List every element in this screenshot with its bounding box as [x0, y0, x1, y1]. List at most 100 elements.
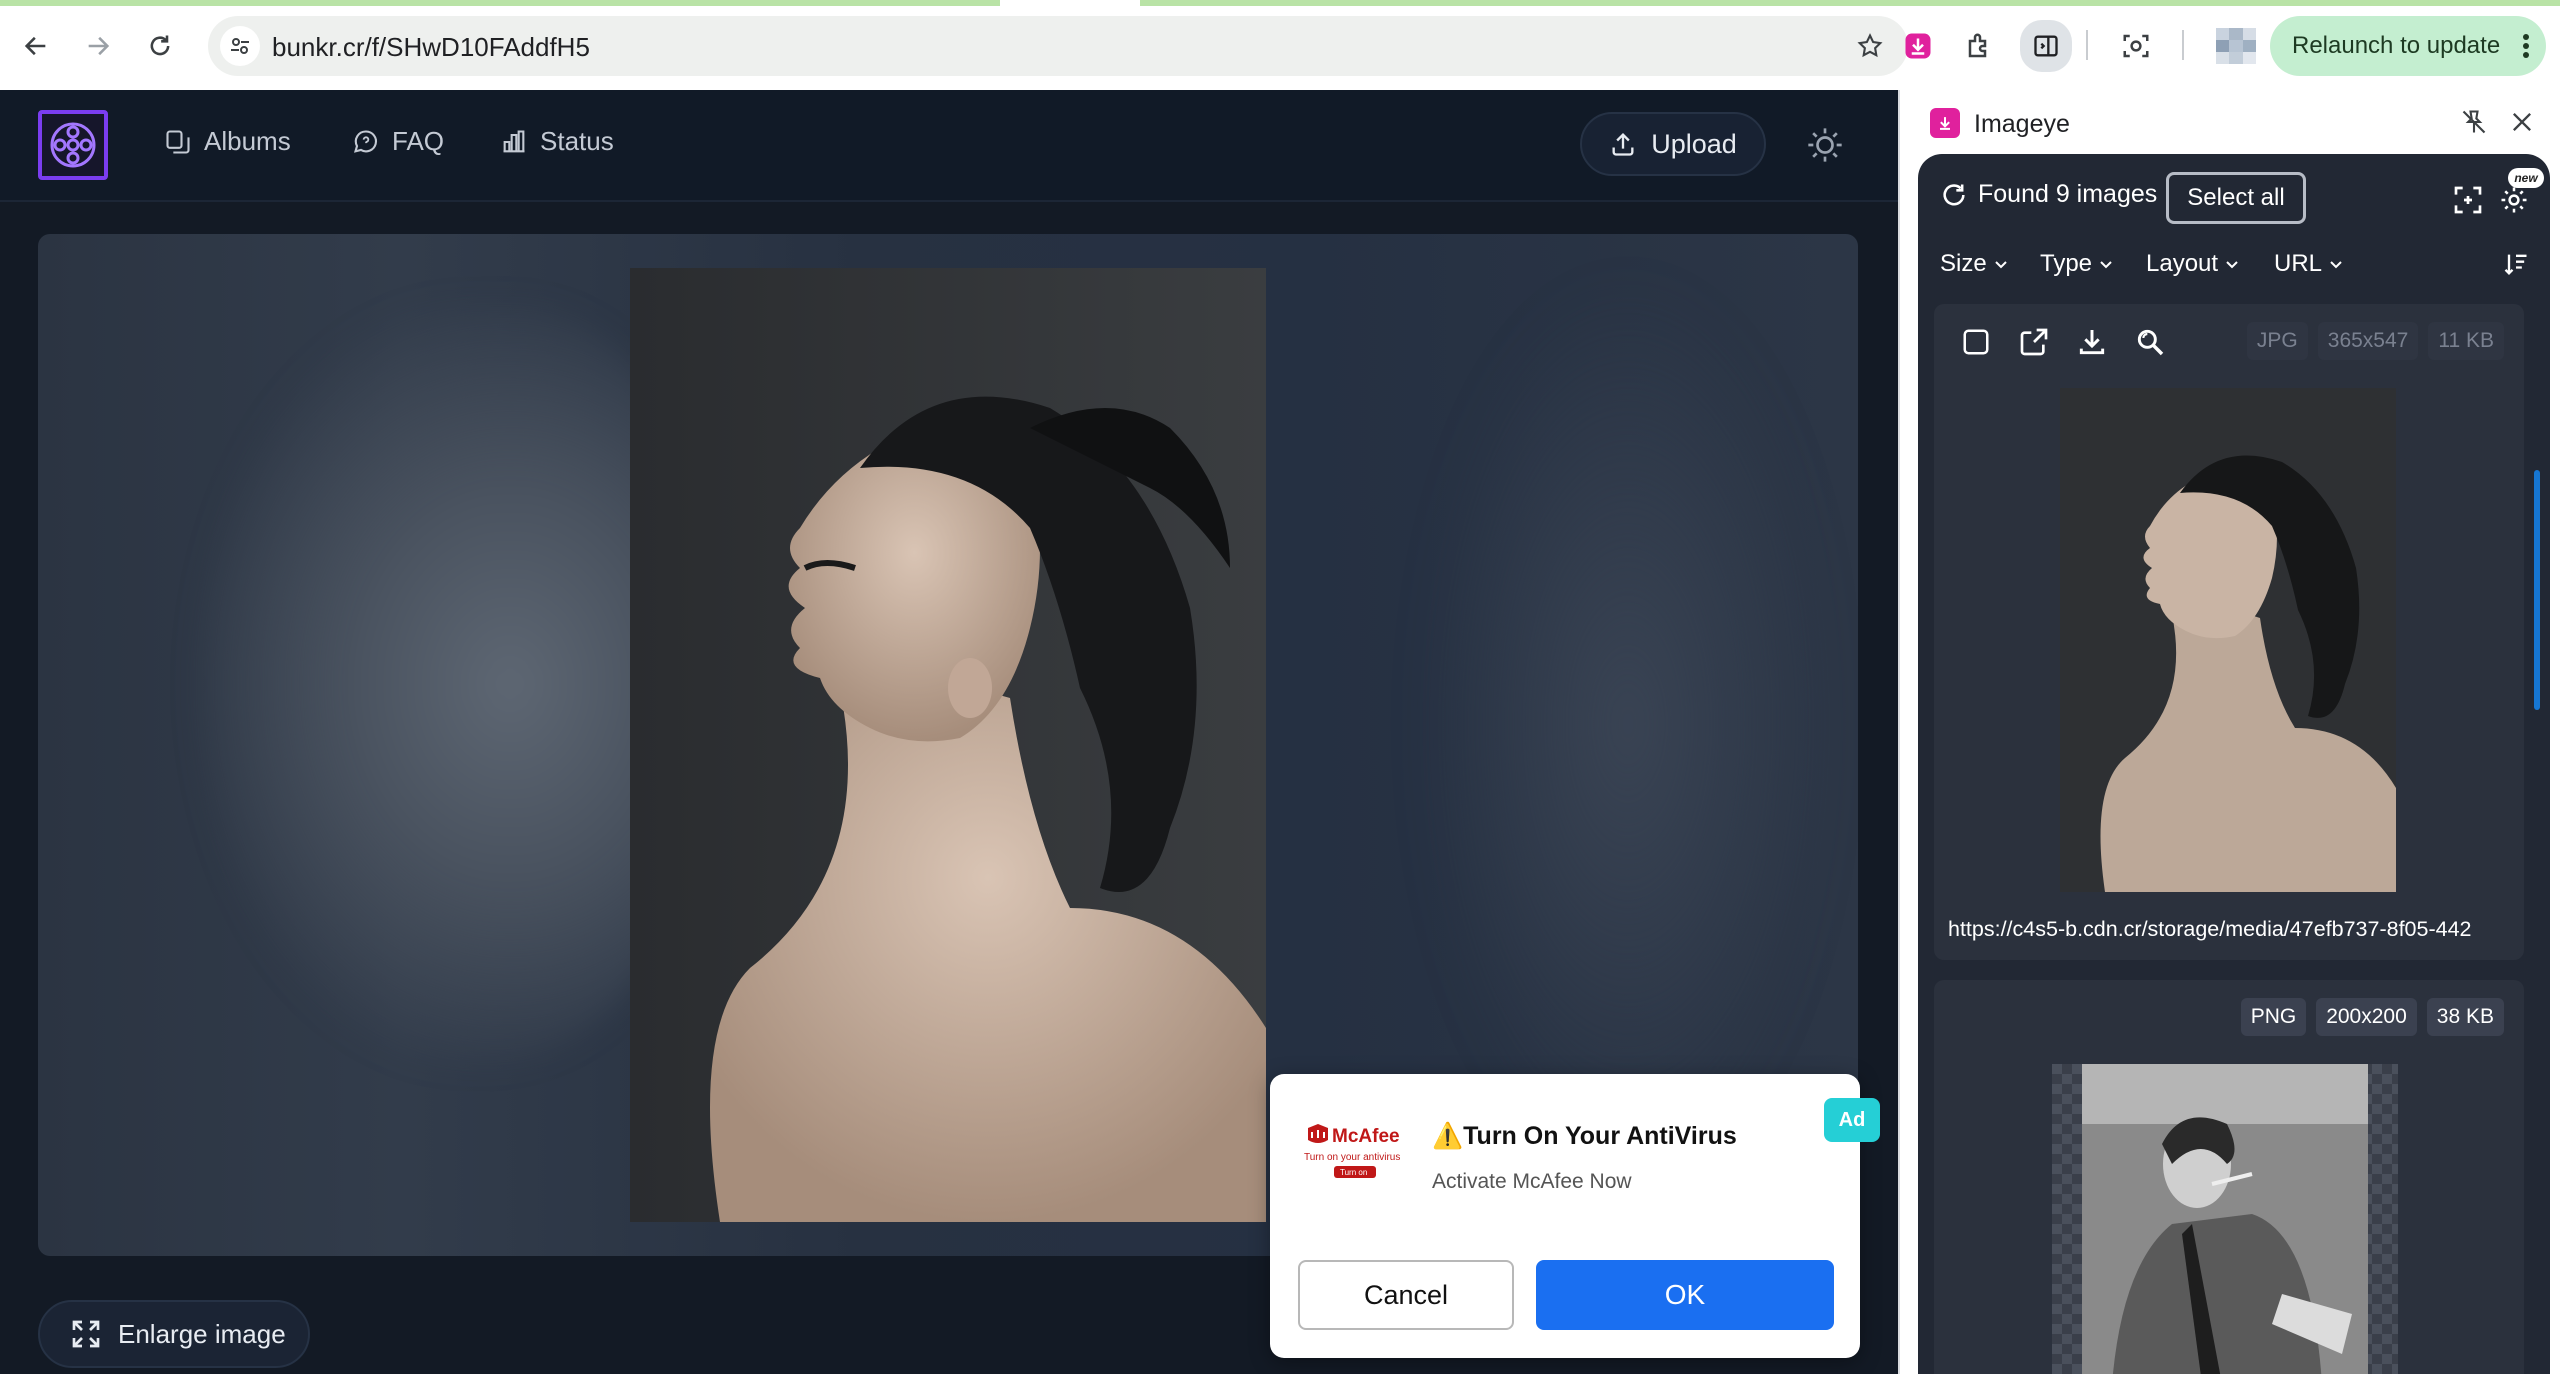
card-actions: [1956, 322, 2170, 362]
albums-icon: [166, 129, 190, 154]
upload-button[interactable]: Upload: [1580, 112, 1766, 176]
mcafee-logo: McAfee Turn on your antivirus Turn on: [1300, 1114, 1412, 1184]
relaunch-to-update-button[interactable]: Relaunch to update: [2270, 16, 2546, 76]
filter-size-dropdown[interactable]: Size: [1940, 250, 2009, 278]
back-arrow-icon: [24, 36, 46, 56]
filter-url-label: URL: [2274, 250, 2323, 277]
image-thumbnail[interactable]: [2052, 1064, 2398, 1374]
side-panel-toggle[interactable]: [2020, 20, 2072, 72]
screen-capture-icon[interactable]: [2114, 24, 2158, 68]
upload-icon: [1612, 133, 1634, 156]
close-panel-icon[interactable]: [2508, 108, 2536, 141]
filter-type-dropdown[interactable]: Type: [2040, 250, 2114, 278]
capture-region-icon[interactable]: [2448, 180, 2488, 220]
more-menu-icon[interactable]: [2522, 32, 2530, 67]
unpin-icon[interactable]: [2460, 108, 2488, 141]
ad-dialog: McAfee Turn on your antivirus Turn on ⚠️…: [1270, 1074, 1880, 1358]
format-tag: JPG: [2246, 322, 2308, 360]
filter-size-label: Size: [1940, 250, 1987, 277]
found-count-label: Found 9 images: [1978, 180, 2158, 208]
imageye-logo-icon: [1930, 108, 1960, 138]
imageye-app: Found 9 images Select all new Size Type …: [1918, 154, 2550, 1374]
site-settings-icon[interactable]: [220, 26, 260, 66]
filter-url-dropdown[interactable]: URL: [2274, 250, 2344, 278]
nav-status-label: Status: [540, 126, 614, 156]
nav-faq[interactable]: FAQ: [352, 126, 444, 157]
download-icon[interactable]: [2072, 322, 2112, 362]
dimensions-tag: 200x200: [2316, 998, 2417, 1036]
filesize-tag: 38 KB: [2426, 998, 2504, 1036]
logo-wheel-icon: [50, 122, 96, 168]
enlarge-label: Enlarge image: [118, 1318, 286, 1349]
toolbar-divider: [2086, 30, 2088, 60]
mcafee-tagline: Turn on your antivirus: [1304, 1152, 1400, 1163]
chevron-down-icon: [2100, 261, 2112, 269]
upload-label: Upload: [1651, 128, 1737, 159]
nav-faq-label: FAQ: [392, 126, 445, 156]
filter-type-label: Type: [2040, 250, 2093, 277]
site-header: Albums FAQ Status Upload: [0, 90, 1898, 202]
image-card[interactable]: JPG 365x547 11 KB https://c4s5-b.cdn.cr/…: [1934, 304, 2524, 960]
side-panel-icon: [2034, 35, 2058, 57]
extensions-puzzle-icon[interactable]: [1958, 24, 2002, 68]
format-tag: PNG: [2240, 998, 2307, 1036]
profile-avatar[interactable]: [2210, 24, 2262, 68]
panel-scrollbar[interactable]: [2534, 470, 2540, 710]
forward-arrow-icon: [88, 36, 110, 56]
ad-title: ⚠️Turn On Your AntiVirus: [1432, 1122, 1737, 1150]
faq-icon: [353, 129, 378, 153]
expand-icon: [72, 1320, 100, 1348]
theme-toggle[interactable]: [1800, 120, 1850, 170]
status-icon: [503, 129, 525, 152]
reload-button[interactable]: [136, 22, 184, 70]
chevron-down-icon: [2226, 261, 2238, 269]
image-card[interactable]: PNG 200x200 38 KB: [1934, 980, 2524, 1374]
new-badge: new: [2508, 168, 2544, 188]
ad-ok-button[interactable]: OK: [1536, 1260, 1834, 1330]
enlarge-image-button[interactable]: Enlarge image: [38, 1300, 310, 1368]
side-panel-title: Imageye: [1974, 110, 2070, 138]
filesize-tag: 11 KB: [2428, 322, 2504, 360]
ad-badge[interactable]: Ad: [1824, 1098, 1880, 1142]
browser-toolbar: bunkr.cr/f/SHwD10FAddfH5 Relaunch to upd…: [0, 0, 2560, 90]
ad-cancel-button[interactable]: Cancel: [1298, 1260, 1514, 1330]
toolbar-divider: [2182, 30, 2184, 60]
select-checkbox[interactable]: [1956, 322, 1996, 362]
nav-albums-label: Albums: [204, 126, 291, 156]
bookmark-star-icon[interactable]: [1852, 28, 1888, 64]
forward-button[interactable]: [74, 22, 122, 70]
ad-subtitle: Activate McAfee Now: [1432, 1170, 1632, 1193]
dimensions-tag: 365x547: [2317, 322, 2419, 360]
filter-layout-label: Layout: [2146, 250, 2219, 277]
address-bar[interactable]: bunkr.cr/f/SHwD10FAddfH5: [208, 16, 1908, 76]
nav-albums[interactable]: Albums: [164, 126, 291, 157]
image-thumbnail[interactable]: [2060, 388, 2396, 892]
nav-status[interactable]: Status: [500, 126, 614, 157]
refresh-found-images[interactable]: Found 9 images: [1940, 180, 2157, 209]
image-meta-tags: PNG 200x200 38 KB: [2240, 998, 2504, 1036]
imageye-toolbar: Found 9 images Select all new Size Type …: [1918, 154, 2550, 324]
blurred-background: [1418, 274, 1838, 1174]
mcafee-brand-text: McAfee: [1332, 1126, 1400, 1147]
url-text[interactable]: bunkr.cr/f/SHwD10FAddfH5: [272, 32, 590, 63]
chevron-down-icon: [1994, 261, 2007, 269]
portrait-photo[interactable]: [630, 268, 1266, 1222]
side-panel: Imageye Found 9 images Select all new Si…: [1898, 90, 2560, 1374]
sort-icon[interactable]: [2502, 250, 2530, 283]
back-button[interactable]: [12, 22, 60, 70]
image-meta-tags: JPG 365x547 11 KB: [2246, 322, 2504, 360]
open-new-tab-icon[interactable]: [2014, 322, 2054, 362]
filter-layout-dropdown[interactable]: Layout: [2146, 250, 2240, 278]
bunkr-logo[interactable]: [38, 110, 108, 180]
search-image-icon[interactable]: [2130, 322, 2170, 362]
reload-icon: [150, 35, 170, 56]
image-url[interactable]: https://c4s5-b.cdn.cr/storage/media/47ef…: [1948, 917, 2514, 942]
relaunch-label: Relaunch to update: [2292, 32, 2501, 59]
mcafee-mini-button: Turn on: [1340, 1168, 1367, 1177]
imageye-extension-icon[interactable]: [1896, 24, 1940, 68]
chevron-down-icon: [2330, 261, 2342, 269]
select-all-button[interactable]: Select all: [2166, 172, 2306, 224]
sun-icon: [1808, 128, 1842, 162]
tab-strip-edge: [0, 0, 2560, 6]
refresh-icon: [1943, 183, 1965, 206]
